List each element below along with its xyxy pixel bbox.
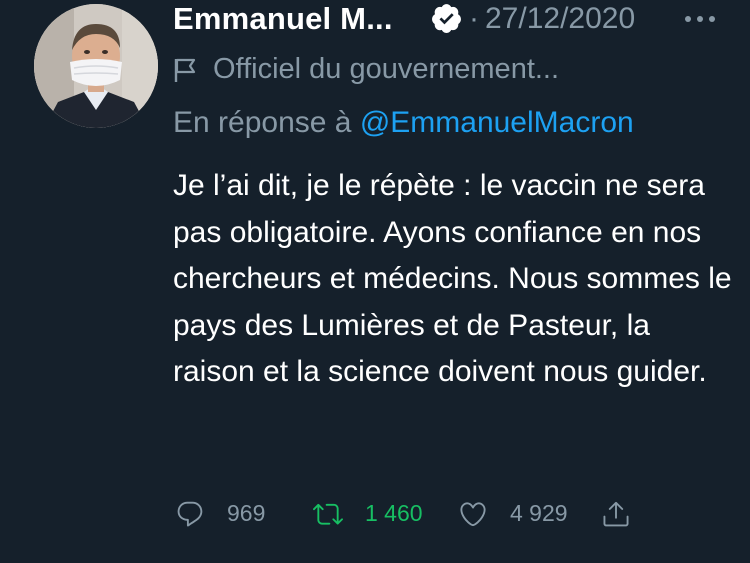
tweet-date[interactable]: 27/12/2020 <box>485 0 635 38</box>
share-button[interactable] <box>601 493 651 533</box>
avatar[interactable] <box>34 4 158 128</box>
reply-context: En réponse à @EmmanuelMacron <box>173 104 634 142</box>
avatar-image <box>34 4 158 128</box>
reply-count: 969 <box>227 500 266 526</box>
tweet: Emmanuel M... · 27/12/2020 Officiel du g… <box>0 0 750 563</box>
author-name[interactable]: Emmanuel M... <box>173 0 393 38</box>
heart-icon <box>460 502 486 527</box>
like-button[interactable]: 4 929 <box>458 493 588 533</box>
retweet-count: 1 460 <box>365 500 423 526</box>
tweet-text: Je l’ai dit, je le répète : le vaccin ne… <box>173 169 732 388</box>
flag-icon <box>173 57 197 83</box>
reply-icon <box>177 501 203 527</box>
more-options-icon[interactable] <box>680 0 720 38</box>
reply-button[interactable]: 969 <box>175 493 285 533</box>
government-label[interactable]: Officiel du gouvernement... <box>213 50 559 88</box>
verified-badge-icon <box>430 2 463 35</box>
like-count: 4 929 <box>510 500 568 526</box>
reply-prefix: En réponse à <box>173 106 352 139</box>
retweet-button[interactable]: 1 460 <box>313 493 443 533</box>
share-icon <box>603 501 629 527</box>
separator-dot: · <box>469 2 479 35</box>
tweet-header: Emmanuel M... · 27/12/2020 <box>173 0 733 40</box>
reply-handle-link[interactable]: @EmmanuelMacron <box>360 106 634 139</box>
tweet-actions: 969 1 460 4 929 <box>173 493 693 533</box>
retweet-icon <box>313 503 343 525</box>
